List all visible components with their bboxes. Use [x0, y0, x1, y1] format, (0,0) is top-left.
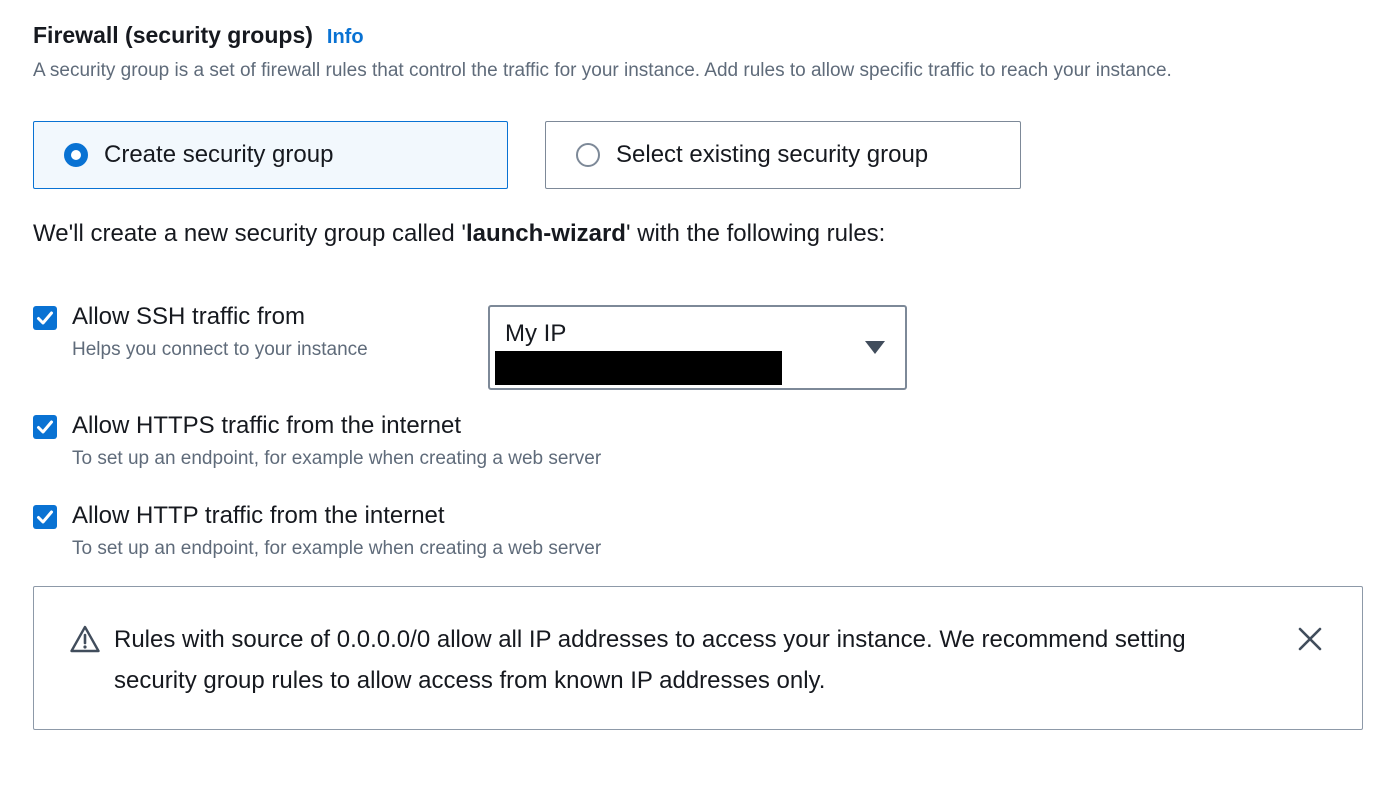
group-name: launch-wizard: [465, 220, 626, 247]
http-checkbox[interactable]: [33, 505, 57, 529]
section-title: Firewall (security groups): [33, 22, 313, 48]
ssh-source-value: My IP: [505, 320, 567, 347]
new-group-intro: We'll create a new security group called…: [33, 220, 885, 248]
intro-suffix: ' with the following rules:: [625, 220, 886, 247]
section-header: Firewall (security groups) Info: [33, 22, 364, 49]
https-checkbox[interactable]: [33, 415, 57, 439]
warning-message: Rules with source of 0.0.0.0/0 allow all…: [114, 626, 1186, 694]
checkmark-icon: [37, 420, 53, 434]
create-security-group-label: Create security group: [104, 141, 334, 168]
info-link[interactable]: Info: [327, 26, 364, 49]
http-rule-description: To set up an endpoint, for example when …: [72, 538, 602, 559]
http-rule-label: Allow HTTP traffic from the internet: [72, 502, 445, 529]
warning-alert: Rules with source of 0.0.0.0/0 allow all…: [33, 586, 1363, 730]
https-rule-description: To set up an endpoint, for example when …: [72, 448, 602, 469]
select-existing-group-radio[interactable]: [576, 143, 600, 167]
warning-icon: [70, 625, 100, 653]
intro-prefix: We'll create a new security group called…: [33, 220, 466, 247]
https-rule-label: Allow HTTPS traffic from the internet: [72, 412, 462, 439]
ssh-rule-description: Helps you connect to your instance: [72, 339, 368, 360]
ssh-rule-label: Allow SSH traffic from: [72, 303, 305, 330]
ssh-checkbox[interactable]: [33, 306, 57, 330]
create-security-group-tile[interactable]: Create security group: [33, 121, 508, 189]
redacted-ip: [495, 351, 782, 385]
select-existing-group-label: Select existing security group: [616, 141, 929, 168]
close-icon[interactable]: [1296, 625, 1324, 653]
firewall-section: Firewall (security groups) Info A securi…: [0, 0, 1400, 807]
select-existing-group-tile[interactable]: Select existing security group: [545, 121, 1021, 189]
create-security-group-radio[interactable]: [64, 143, 88, 167]
checkmark-icon: [37, 311, 53, 325]
section-description: A security group is a set of firewall ru…: [33, 60, 1172, 81]
caret-down-icon: [865, 341, 885, 354]
checkmark-icon: [37, 510, 53, 524]
ssh-source-select[interactable]: My IP: [488, 305, 907, 390]
